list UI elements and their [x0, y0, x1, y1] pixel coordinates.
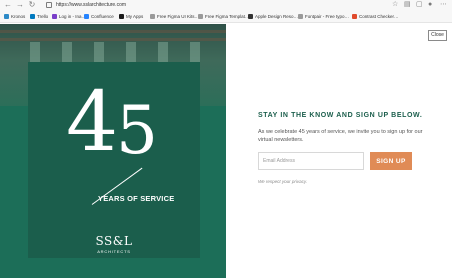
- company-logo-subtitle: ARCHITECTS: [97, 249, 131, 254]
- star-icon[interactable]: ☆: [392, 1, 398, 9]
- bookmark-label: Confluence: [91, 14, 114, 19]
- anniversary-digit-5: 5: [116, 92, 158, 169]
- contrast-icon: [352, 14, 357, 19]
- bookmark-figma-ui-kits[interactable]: Free Figma UI Kits…: [150, 13, 199, 20]
- bookmark-label: Contrast Checker…: [359, 14, 399, 19]
- more-icon[interactable]: ⋯: [440, 1, 447, 9]
- collections-icon[interactable]: ▤: [404, 1, 411, 9]
- newsletter-description: As we celebrate 45 years of service, we …: [258, 128, 428, 144]
- page-icon: [298, 14, 303, 19]
- bookmark-login[interactable]: Log in - Ina…: [52, 13, 86, 20]
- email-field[interactable]: [258, 152, 364, 170]
- trello-icon: [30, 14, 35, 19]
- back-icon[interactable]: ←: [4, 1, 12, 9]
- bookmark-figma-templates[interactable]: Free Figma Templat…: [198, 13, 249, 20]
- apps-icon: [119, 14, 124, 19]
- lock-icon: [46, 2, 52, 8]
- description-line-1: As we celebrate 45 years of service, we …: [258, 129, 423, 135]
- forward-icon[interactable]: →: [16, 1, 24, 9]
- bookmark-label: Fontpair - Free typo…: [305, 14, 350, 19]
- privacy-note: We respect your privacy.: [258, 179, 308, 184]
- apple-icon: [248, 14, 253, 19]
- newsletter-headline: STAY IN THE KNOW AND SIGN UP BELOW.: [258, 112, 423, 119]
- kronos-icon: [4, 14, 9, 19]
- bookmark-label: Free Figma Templat…: [205, 14, 250, 19]
- bookmark-label: Free Figma UI Kits…: [157, 14, 200, 19]
- bookmark-label: Kronos: [11, 14, 26, 19]
- page-icon: [198, 14, 203, 19]
- description-line-2: virtual newsletters.: [258, 137, 304, 143]
- newsletter-modal: 4 5 YEARS OF SERVICE SS&L ARCHITECTS Clo…: [0, 24, 452, 278]
- company-logo: SS&L: [95, 234, 133, 248]
- bookmark-contrast-checker[interactable]: Contrast Checker…: [352, 13, 399, 20]
- address-bar[interactable]: https://www.sslarchitecture.com: [46, 1, 376, 9]
- bookmark-label: Trello: [37, 14, 49, 19]
- anniversary-badge: 4 5 YEARS OF SERVICE SS&L ARCHITECTS: [28, 62, 200, 258]
- bookmark-trello[interactable]: Trello: [30, 13, 48, 20]
- close-button[interactable]: Close: [428, 30, 447, 41]
- login-icon: [52, 14, 57, 19]
- url-text: https://www.sslarchitecture.com: [56, 2, 127, 8]
- refresh-icon[interactable]: ↻: [28, 1, 36, 9]
- bookmark-fontpair[interactable]: Fontpair - Free typo…: [298, 13, 349, 20]
- hero-image-panel: 4 5 YEARS OF SERVICE SS&L ARCHITECTS: [0, 24, 226, 278]
- bookmark-label: My Apps: [126, 14, 144, 19]
- sign-up-button[interactable]: SIGN UP: [370, 152, 412, 170]
- confluence-icon: [84, 14, 89, 19]
- extensions-icon[interactable]: ▢: [416, 1, 423, 9]
- bookmark-confluence[interactable]: Confluence: [84, 13, 114, 20]
- years-of-service-text: YEARS OF SERVICE: [98, 194, 175, 203]
- bookmark-kronos[interactable]: Kronos: [4, 13, 25, 20]
- bookmark-my-apps[interactable]: My Apps: [119, 13, 143, 20]
- bookmark-label: Log in - Ina…: [59, 14, 87, 19]
- page-icon: [150, 14, 155, 19]
- profile-icon[interactable]: ●: [428, 1, 432, 9]
- browser-toolbar: ← → ↻ https://www.sslarchitecture.com ☆ …: [0, 0, 452, 10]
- bookmarks-bar: Kronos Trello Log in - Ina… Confluence M…: [0, 10, 452, 23]
- bookmark-apple-design[interactable]: Apple Design Reso…: [248, 13, 298, 20]
- bookmark-label: Apple Design Reso…: [255, 14, 299, 19]
- anniversary-digit-4: 4: [66, 75, 119, 170]
